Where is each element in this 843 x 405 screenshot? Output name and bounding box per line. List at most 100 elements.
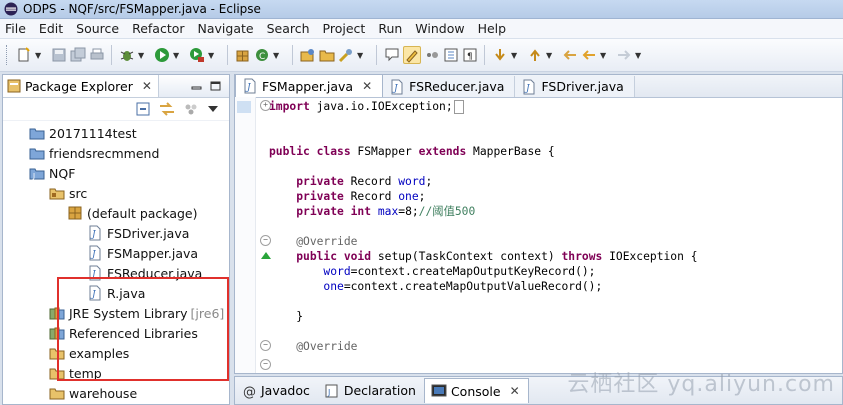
tree-item[interactable]: (default package) [67,203,197,223]
save-all-icon[interactable] [70,47,86,63]
previous-annotation-icon[interactable] [527,47,543,63]
menu-refactor[interactable]: Refactor [127,21,192,36]
code-area[interactable]: + import java.io.IOException; public cla… [257,97,842,373]
last-edit-location-icon[interactable] [562,47,578,63]
menu-search[interactable]: Search [262,21,318,36]
editor-tabbar: J FSMapper.java ✕ J FSReducer.java J FSD… [235,74,842,98]
open-folder-icon[interactable] [319,47,335,63]
code-line-close-brace: } [269,310,304,323]
debug-dropdown-icon[interactable]: ▼ [138,51,146,60]
menu-project[interactable]: Project [318,21,374,36]
tree-item[interactable]: friendsrecmmend [29,143,159,163]
project-folder-icon [29,145,45,161]
code-line-one: private Record one; [296,190,426,203]
show-paragraph-icon[interactable]: ¶ [462,47,478,63]
window-title: ODPS - NQF/src/FSMapper.java - Eclipse [23,2,261,16]
external-tools-icon[interactable] [189,47,205,63]
menu-help[interactable]: Help [473,21,515,36]
print-icon[interactable] [89,47,105,63]
collapse-fold-icon[interactable]: − [260,359,271,370]
toggle-mark-occurrences-icon[interactable] [384,47,400,63]
java-editor: J FSMapper.java ✕ J FSReducer.java J FSD… [234,74,843,374]
search-icon[interactable] [338,47,354,63]
annotation-highlight-box [57,277,229,381]
tab-fsmapper[interactable]: J FSMapper.java ✕ [235,74,384,97]
open-type-icon[interactable] [300,47,316,63]
close-icon[interactable]: ✕ [142,79,152,93]
back-dropdown-icon[interactable]: ▼ [600,51,608,60]
debug-icon[interactable] [119,47,135,63]
tree-item-label: NQF [49,165,76,181]
run-icon[interactable] [154,47,170,63]
link-with-editor-icon[interactable] [159,102,175,116]
tree-item[interactable]: 20171114test [29,123,137,143]
java-file-icon: J [389,79,405,95]
close-icon[interactable]: ✕ [362,79,372,93]
package-explorer-view: Package Explorer ✕ 20171114test friendsre… [2,74,230,405]
source-folder-icon [49,185,65,201]
java-file-icon: J [242,78,258,94]
minimize-icon[interactable] [191,81,202,91]
toggle-highlight-icon[interactable] [403,46,421,64]
eclipse-logo-icon [4,2,18,16]
menu-window[interactable]: Window [410,21,472,36]
editor-ruler[interactable] [235,97,256,373]
previous-annotation-dropdown-icon[interactable]: ▼ [546,51,554,60]
tree-item[interactable]: J NQF [29,163,75,183]
toolbar-separator [376,45,377,65]
maximize-icon[interactable] [210,81,221,91]
tree-item-label: FSDriver.java [107,225,190,241]
toolbar-grip[interactable] [6,45,10,65]
menu-bar: File Edit Source Refactor Navigate Searc… [0,19,843,38]
tab-package-explorer[interactable]: Package Explorer ✕ [3,75,159,97]
declaration-icon: J [324,383,340,399]
tree-item[interactable]: J FSMapper.java [87,243,198,263]
package-icon [67,205,83,221]
next-annotation-dropdown-icon[interactable]: ▼ [511,51,519,60]
run-dropdown-icon[interactable]: ▼ [173,51,181,60]
focus-task-icon[interactable] [184,102,198,116]
tree-item[interactable]: J FSDriver.java [87,223,189,243]
code-line-override-2: @Override [296,340,358,353]
block-selection-icon[interactable] [443,47,459,63]
new-class-dropdown-icon[interactable]: ▼ [273,51,281,60]
svg-text:C: C [259,52,265,62]
new-java-package-icon[interactable] [235,47,251,63]
new-java-class-icon[interactable]: C [254,47,270,63]
menu-run[interactable]: Run [373,21,410,36]
code-line-import: import java.io.IOException; [269,99,464,114]
view-menu-icon[interactable] [207,104,219,114]
code-line-word: private Record word; [296,175,433,188]
close-icon[interactable]: ✕ [510,384,520,398]
code-line-override-1: @Override [296,235,358,248]
next-annotation-icon[interactable] [492,47,508,63]
tree-item[interactable]: src [49,183,87,203]
menu-edit[interactable]: Edit [34,21,71,36]
tree-item-label: FSMapper.java [107,245,199,261]
forward-dropdown-icon[interactable]: ▼ [635,51,643,60]
collapse-all-icon[interactable] [136,102,150,116]
search-dropdown-icon[interactable]: ▼ [357,51,365,60]
external-tools-dropdown-icon[interactable]: ▼ [208,51,216,60]
menu-navigate[interactable]: Navigate [193,21,262,36]
tab-fsreducer[interactable]: J FSReducer.java [383,76,516,97]
show-whitespace-icon[interactable] [424,47,440,63]
main-toolbar: ▼ ▼ ▼ ▼ C ▼ ▼ ¶ ▼ ▼ ▼ ▼ [0,39,843,72]
tab-fsdriver[interactable]: J FSDriver.java [515,76,635,97]
code-line-class: public class FSMapper extends MapperBase… [269,145,555,158]
tab-javadoc[interactable]: @ Javadoc [235,379,318,403]
current-line-marker [237,101,251,113]
tab-declaration[interactable]: J Declaration [318,379,424,403]
menu-source[interactable]: Source [71,21,127,36]
svg-text:@: @ [243,385,256,399]
forward-icon[interactable] [616,47,632,63]
new-icon[interactable] [16,47,32,63]
watermark-text: 云栖社区 yq.aliyun.com [567,372,835,397]
menu-file[interactable]: File [0,21,34,36]
tree-item[interactable]: warehouse [49,383,137,403]
back-icon[interactable] [581,47,597,63]
save-icon[interactable] [51,47,67,63]
tab-console[interactable]: Console ✕ [423,378,529,403]
title-bar: ODPS - NQF/src/FSMapper.java - Eclipse [0,0,843,19]
new-dropdown-icon[interactable]: ▼ [35,51,43,60]
